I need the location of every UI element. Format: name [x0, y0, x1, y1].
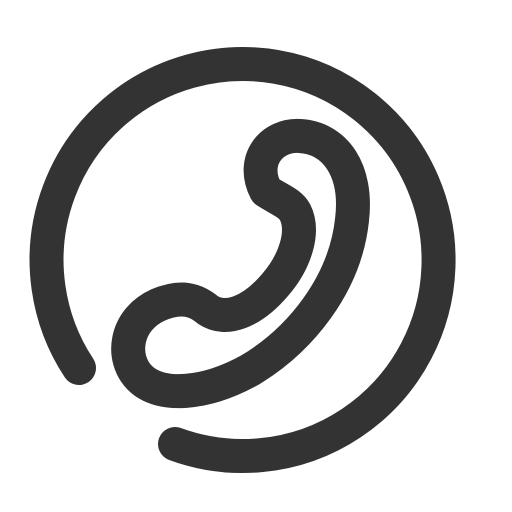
phone-in-circle-icon	[29, 47, 456, 474]
phone-handset-icon	[111, 119, 370, 409]
phone-circle-icon-wrapper	[0, 0, 512, 512]
circle-ring	[29, 47, 456, 474]
